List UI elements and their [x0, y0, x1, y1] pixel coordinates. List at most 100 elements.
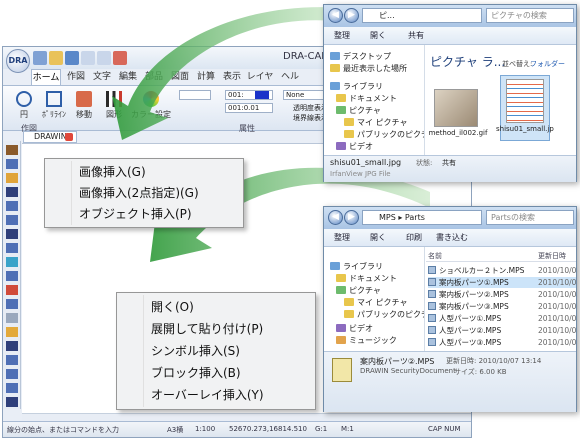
line-style-combo[interactable] — [179, 90, 211, 100]
file-row-selected[interactable]: 案内板パーツ①.MPS2010/10/07 13:14 — [428, 277, 576, 288]
quick-open-icon[interactable] — [49, 51, 63, 65]
line-combo[interactable]: None — [283, 90, 325, 100]
menu-item-insert-overlay[interactable]: オーバーレイ挿入(Y) — [117, 385, 315, 405]
tree-item-my-pictures[interactable]: マイ ピクチャ — [344, 297, 407, 308]
grid-tool-icon[interactable] — [6, 369, 18, 379]
tree-item-documents[interactable]: ドキュメント — [336, 93, 397, 104]
trim-tool-icon[interactable] — [6, 285, 18, 295]
explorer2-search-box[interactable]: Partsの検索 — [486, 210, 574, 225]
file-row[interactable]: ショベルカー２トン.MPS2010/10/07 13:16 — [428, 265, 576, 276]
menu-item-open[interactable]: 開く(O) — [117, 297, 315, 317]
back-icon[interactable]: ◀ — [328, 8, 343, 23]
menu-item-insert-block[interactable]: ブロック挿入(B) — [117, 363, 315, 383]
tree-item-desktop[interactable]: デスクトップ — [330, 51, 391, 62]
hatch-tool-icon[interactable] — [6, 257, 18, 267]
explorer1-splitter[interactable] — [424, 45, 425, 155]
column-header-date[interactable]: 更新日時 — [538, 251, 566, 261]
star-tool-icon[interactable] — [6, 327, 18, 337]
color-settings-button[interactable]: カラー設定 — [131, 89, 171, 123]
offset-tool-icon[interactable] — [6, 271, 18, 281]
tree-item-pictures[interactable]: ピクチャ — [336, 285, 381, 296]
line-tool-icon[interactable] — [6, 159, 18, 169]
quick-new-icon[interactable] — [33, 51, 47, 65]
tree-item-my-pictures[interactable]: マイ ピクチャ — [344, 117, 407, 128]
forward-icon[interactable]: ▶ — [344, 210, 359, 225]
file-row[interactable]: 人型パーツ①.MPS2010/10/07 13:14 — [428, 313, 576, 324]
ribbon-tab-layer[interactable]: レイヤ — [245, 69, 275, 85]
close-tab-icon[interactable] — [65, 133, 73, 141]
ribbon-tab-calc[interactable]: 計算 — [193, 69, 219, 85]
file-row[interactable]: 案内板パーツ②.MPS2010/10/07 13:14 — [428, 289, 576, 300]
tree-item-recent[interactable]: 最近表示した場所 — [330, 63, 407, 74]
snap-tool-icon[interactable] — [6, 355, 18, 365]
polyline-button[interactable]: ﾎﾟﾘﾗｲﾝ — [39, 89, 69, 123]
circle-tool-icon[interactable] — [6, 201, 18, 211]
quick-redo-icon[interactable] — [97, 51, 111, 65]
menu-item-insert-symbol[interactable]: シンボル挿入(S) — [117, 341, 315, 361]
tree-item-libraries[interactable]: ライブラリ — [330, 81, 383, 92]
tree-item-public-pictures[interactable]: パブリックのピクチャ — [344, 129, 424, 140]
shape-button[interactable]: 図形 — [99, 89, 129, 123]
thumb-label-method[interactable]: method_il002.gif — [428, 129, 488, 137]
explorer1-address-bar[interactable]: ピ... — [362, 8, 482, 23]
width-combo[interactable]: 001:0.01 — [225, 103, 273, 113]
tree-item-documents[interactable]: ドキュメント — [336, 273, 397, 284]
ribbon-tab-draw[interactable]: 作図 — [63, 69, 89, 85]
quick-save-icon[interactable] — [65, 51, 79, 65]
ribbon-tab-drawing[interactable]: 図面 — [167, 69, 193, 85]
app-logo[interactable]: DRA — [6, 49, 30, 73]
share-button[interactable]: 共有 — [408, 30, 424, 41]
text-tool-icon[interactable] — [6, 229, 18, 239]
tree-item-libraries[interactable]: ライブラリ — [330, 261, 383, 272]
organize-button[interactable]: 整理 — [334, 232, 350, 243]
tree-item-videos[interactable]: ビデオ — [336, 141, 373, 152]
dim-tool-icon[interactable] — [6, 243, 18, 253]
x-tool-icon[interactable] — [6, 341, 18, 351]
explorer1-search-box[interactable]: ピクチャの検索 — [486, 8, 574, 23]
tree-item-videos[interactable]: ビデオ — [336, 323, 373, 334]
layer-tool-icon[interactable] — [6, 383, 18, 393]
explorer2-toolbar: 整理 開く 印刷 書き込む — [324, 229, 576, 247]
ribbon-tab-parts[interactable]: 部品 — [141, 69, 167, 85]
print-button[interactable]: 印刷 — [406, 232, 422, 243]
forward-icon[interactable]: ▶ — [344, 8, 359, 23]
open-button[interactable]: 開く — [370, 232, 386, 243]
explorer2-address-bar[interactable]: MPS ▸ Parts — [362, 210, 482, 225]
menu-item-insert-image[interactable]: 画像挿入(G) — [45, 162, 243, 182]
organize-button[interactable]: 整理 — [334, 30, 350, 41]
tree-item-music[interactable]: ミュージック — [336, 335, 397, 346]
explorer2-splitter[interactable] — [424, 247, 425, 351]
quick-tool-icon[interactable] — [113, 51, 127, 65]
ribbon-tab-home[interactable]: ホーム — [31, 69, 61, 85]
back-icon[interactable]: ◀ — [328, 210, 343, 225]
ribbon-tab-view[interactable]: 表示 — [219, 69, 245, 85]
quick-undo-icon[interactable] — [81, 51, 95, 65]
ribbon-tab-edit[interactable]: 編集 — [115, 69, 141, 85]
measure-tool-icon[interactable] — [6, 397, 18, 407]
pointer-tool-icon[interactable] — [6, 145, 18, 155]
menu-item-insert-object[interactable]: オブジェクト挿入(P) — [45, 204, 243, 224]
image-tool-icon[interactable] — [6, 173, 18, 183]
file-row[interactable]: 人型パーツ②.MPS2010/10/07 13:14 — [428, 325, 576, 336]
circle-button[interactable]: 円 — [9, 89, 39, 123]
rect-tool-icon[interactable] — [6, 187, 18, 197]
column-header-name[interactable]: 名前 — [428, 251, 442, 261]
ribbon-tab-text[interactable]: 文字 — [89, 69, 115, 85]
arrange-value[interactable]: フォルダー — [530, 59, 565, 69]
menu-item-expand-paste[interactable]: 展開して貼り付け(P) — [117, 319, 315, 339]
open-button[interactable]: 開く — [370, 30, 386, 41]
move-button[interactable]: 移動 — [69, 89, 99, 123]
arc-tool-icon[interactable] — [6, 215, 18, 225]
thumb-label-shisu[interactable]: shisu01_small.jpg — [496, 125, 554, 133]
thumbnail-method-image[interactable] — [434, 89, 478, 127]
tree-item-public-pictures[interactable]: パブリックのピクチャ — [344, 309, 424, 320]
burn-button[interactable]: 書き込む — [436, 232, 468, 243]
file-row[interactable]: 人型パーツ③.MPS2010/10/07 13:14 — [428, 337, 576, 348]
ribbon-tab-help[interactable]: ヘルプ — [277, 69, 303, 98]
horizontal-scrollbar[interactable] — [22, 413, 471, 421]
file-row[interactable]: 案内板パーツ③.MPS2010/10/07 13:14 — [428, 301, 576, 312]
menu-item-insert-image-2pt[interactable]: 画像挿入(2点指定)(G) — [45, 183, 243, 203]
thumbnail-shisu-image[interactable] — [506, 79, 544, 123]
copy-tool-icon[interactable] — [6, 299, 18, 309]
tree-item-pictures[interactable]: ピクチャ — [336, 105, 381, 116]
